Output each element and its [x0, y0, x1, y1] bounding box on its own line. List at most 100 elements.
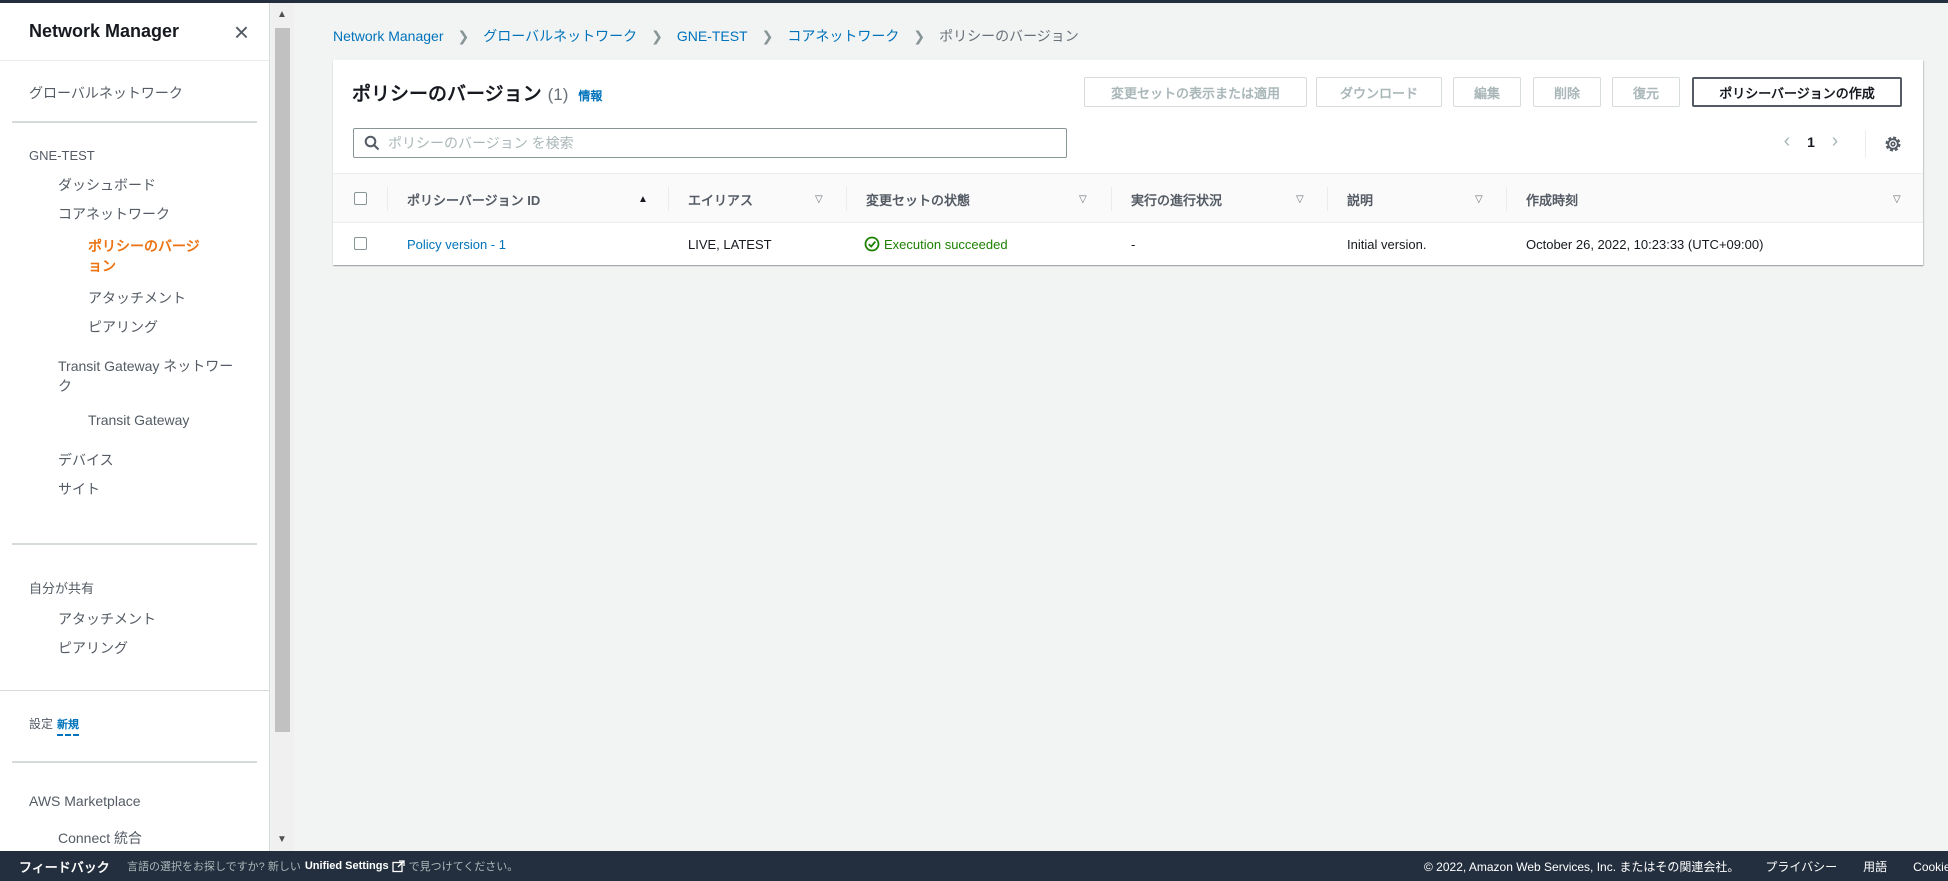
column-divider	[1506, 187, 1507, 211]
changeset-status-cell: Execution succeeded	[864, 223, 1008, 265]
sidebar-divider	[12, 761, 257, 763]
breadcrumb-network-manager[interactable]: Network Manager	[333, 28, 444, 44]
close-icon[interactable]: ×	[234, 19, 249, 45]
pagination: ‹ 1 ›	[1773, 130, 1849, 153]
sidebar-item-attachments[interactable]: アタッチメント	[88, 288, 186, 308]
column-header-progress[interactable]: 実行の進行状況	[1131, 174, 1222, 224]
sidebar-item-transit-gateway[interactable]: Transit Gateway	[88, 412, 189, 428]
column-header-alias[interactable]: エイリアス	[688, 174, 753, 224]
edit-button[interactable]: 編集	[1453, 77, 1521, 107]
breadcrumb-network[interactable]: GNE-TEST	[677, 28, 748, 44]
sort-descending-icon[interactable]: ▽	[1079, 194, 1087, 205]
table-row[interactable]: Policy version - 1 LIVE, LATEST Executio…	[333, 223, 1923, 265]
page-number[interactable]: 1	[1801, 134, 1821, 150]
policy-version-link[interactable]: Policy version - 1	[407, 223, 506, 265]
delete-button[interactable]: 削除	[1533, 77, 1601, 107]
scroll-up-icon[interactable]: ▲	[277, 9, 287, 20]
footer-links: © 2022, Amazon Web Services, Inc. またはその関…	[1424, 858, 1948, 875]
sidebar-item-global-networks[interactable]: グローバルネットワーク	[29, 83, 183, 103]
breadcrumb-global-networks[interactable]: グローバルネットワーク	[483, 26, 637, 46]
column-header-changeset[interactable]: 変更セットの状態	[866, 174, 970, 224]
settings-label: 設定	[29, 717, 54, 731]
description-cell: Initial version.	[1347, 236, 1427, 252]
feedback-link[interactable]: フィードバック	[19, 857, 110, 876]
side-navigation: Network Manager × グローバルネットワーク GNE-TEST ダ…	[0, 3, 270, 851]
sidebar-item-settings[interactable]: 設定 新規	[29, 715, 80, 736]
table-header: ポリシーバージョン ID ▲ エイリアス ▽ 変更セットの状態 ▽ 実行の進行状…	[333, 173, 1923, 223]
sidebar-item-shared-attachments[interactable]: アタッチメント	[58, 609, 156, 629]
sidebar-divider	[0, 690, 269, 691]
sidebar-section-network: GNE-TEST	[29, 148, 95, 163]
external-link-icon[interactable]	[391, 859, 405, 873]
changeset-status-text: Execution succeeded	[884, 236, 1008, 252]
search-icon	[364, 135, 380, 151]
column-divider	[846, 187, 847, 211]
sidebar-item-policy-versions[interactable]: ポリシーのバージョン	[88, 236, 213, 276]
copyright: © 2022, Amazon Web Services, Inc. またはその関…	[1424, 859, 1740, 874]
status-success-icon	[864, 236, 880, 252]
alias-cell: LIVE, LATEST	[688, 236, 772, 252]
restore-button[interactable]: 復元	[1612, 77, 1680, 107]
gear-icon[interactable]	[1883, 134, 1903, 154]
download-button[interactable]: ダウンロード	[1316, 77, 1442, 107]
sidebar-divider	[12, 543, 257, 545]
chevron-right-icon[interactable]: ›	[1821, 130, 1849, 153]
sidebar-item-core-network[interactable]: コアネットワーク	[58, 204, 170, 224]
privacy-link[interactable]: プライバシー	[1765, 858, 1837, 875]
sort-descending-icon[interactable]: ▽	[1893, 194, 1901, 205]
sidebar-item-sites[interactable]: サイト	[58, 479, 100, 499]
chevron-right-icon: ❯	[651, 27, 663, 44]
sort-ascending-icon[interactable]: ▲	[638, 194, 648, 205]
sort-descending-icon[interactable]: ▽	[1475, 194, 1483, 205]
sidebar-item-tgw-network[interactable]: Transit Gateway ネットワーク	[58, 356, 243, 396]
info-link[interactable]: 情報	[578, 87, 602, 104]
breadcrumb: Network Manager ❯ グローバルネットワーク ❯ GNE-TEST…	[333, 26, 1079, 46]
sidebar-item-peering[interactable]: ピアリング	[88, 317, 158, 337]
column-divider	[1111, 187, 1112, 211]
language-notice: 言語の選択をお探しですか? 新しい Unified Settings で見つけて…	[127, 858, 518, 874]
sidebar-title[interactable]: Network Manager	[29, 21, 179, 42]
sidebar-scrollbar[interactable]: ▲ ▼	[271, 3, 294, 851]
breadcrumb-current: ポリシーのバージョン	[939, 28, 1079, 44]
breadcrumb-core-network[interactable]: コアネットワーク	[787, 26, 899, 46]
chevron-right-icon: ❯	[913, 27, 926, 44]
column-header-created[interactable]: 作成時刻	[1526, 174, 1578, 224]
sort-descending-icon[interactable]: ▽	[1296, 194, 1304, 205]
language-notice-suffix: で見つけてください。	[408, 861, 519, 873]
sidebar-header: Network Manager ×	[0, 3, 269, 61]
item-count: (1)	[547, 85, 569, 104]
chevron-right-icon: ❯	[761, 27, 774, 44]
language-notice-prefix: 言語の選択をお探しですか? 新しい	[127, 861, 301, 873]
column-divider	[668, 187, 669, 211]
column-header-id[interactable]: ポリシーバージョン ID	[407, 174, 540, 224]
sidebar-item-marketplace[interactable]: AWS Marketplace	[29, 793, 141, 809]
policy-versions-panel: ポリシーのバージョン (1) 情報 変更セットの表示または適用 ダウンロード 編…	[333, 60, 1923, 265]
footer: フィードバック 言語の選択をお探しですか? 新しい Unified Settin…	[0, 851, 1948, 881]
row-checkbox[interactable]	[354, 237, 367, 250]
unified-settings-link[interactable]: Unified Settings	[305, 860, 389, 872]
column-divider	[387, 187, 388, 211]
select-all-checkbox[interactable]	[354, 192, 367, 205]
search-box	[353, 128, 1067, 158]
panel-header: ポリシーのバージョン (1) 情報	[352, 79, 602, 106]
sidebar-item-connect-integration[interactable]: Connect 統合	[58, 828, 142, 848]
sidebar-item-devices[interactable]: デバイス	[58, 450, 114, 470]
create-policy-version-button[interactable]: ポリシーバージョンの作成	[1692, 77, 1902, 107]
sidebar-item-shared-peering[interactable]: ピアリング	[58, 638, 128, 658]
sidebar-section-shared: 自分が共有	[29, 581, 95, 596]
column-header-description[interactable]: 説明	[1347, 174, 1373, 224]
page-title: ポリシーのバージョン	[352, 84, 542, 105]
new-badge: 新規	[57, 719, 80, 736]
pager-divider	[1865, 130, 1866, 158]
progress-cell: -	[1131, 236, 1136, 252]
sort-descending-icon[interactable]: ▽	[815, 194, 823, 205]
scroll-down-icon[interactable]: ▼	[277, 834, 287, 845]
view-apply-changeset-button[interactable]: 変更セットの表示または適用	[1084, 77, 1307, 107]
cookie-settings-link[interactable]: Cookie の設定	[1913, 858, 1948, 875]
sidebar-item-dashboard[interactable]: ダッシュボード	[58, 175, 156, 195]
chevron-left-icon[interactable]: ‹	[1773, 130, 1801, 153]
chevron-right-icon: ❯	[457, 27, 470, 44]
terms-link[interactable]: 用語	[1863, 858, 1887, 875]
search-input[interactable]	[388, 135, 1048, 151]
scrollbar-thumb[interactable]	[275, 28, 290, 732]
